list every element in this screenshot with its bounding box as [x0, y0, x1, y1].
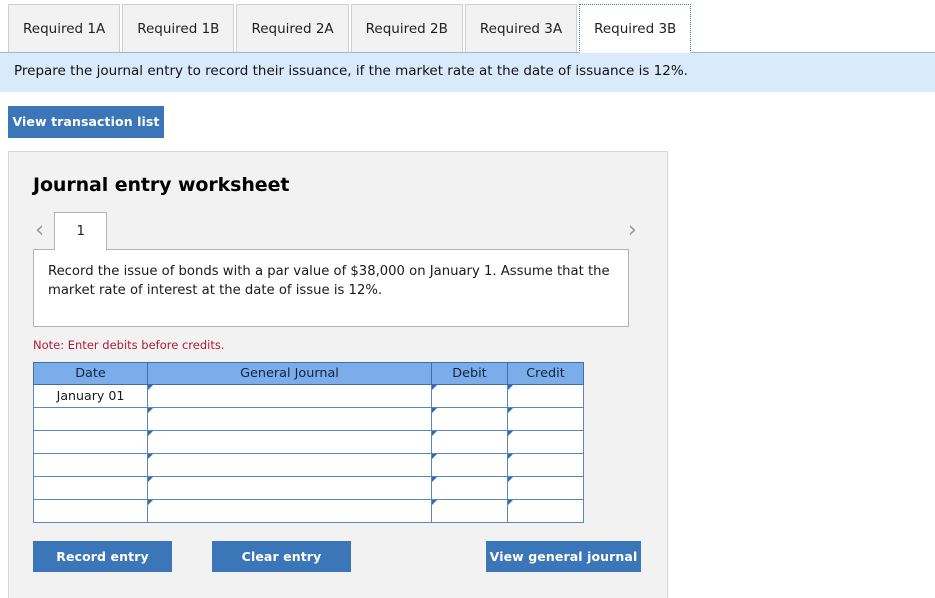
debit-cell[interactable]	[431, 429, 508, 454]
dropdown-marker-icon	[432, 407, 437, 413]
credit-cell[interactable]	[507, 383, 584, 408]
table-row	[33, 429, 584, 454]
toolbar: View transaction list	[0, 92, 935, 138]
chevron-right-icon[interactable]: ›	[626, 218, 643, 250]
chevron-left-icon[interactable]: ‹	[33, 218, 50, 250]
transaction-description: Record the issue of bonds with a par val…	[33, 248, 629, 327]
credit-cell[interactable]	[507, 475, 584, 500]
table-row	[33, 452, 584, 477]
column-header-credit: Credit	[507, 361, 584, 385]
dropdown-marker-icon	[508, 384, 513, 390]
clear-entry-button[interactable]: Clear entry	[212, 541, 351, 573]
dropdown-marker-icon	[508, 407, 513, 413]
dropdown-marker-icon	[432, 453, 437, 459]
debit-cell[interactable]	[431, 452, 508, 477]
dropdown-marker-icon	[508, 499, 513, 505]
debit-cell[interactable]	[431, 406, 508, 431]
table-row: January 01	[33, 383, 584, 408]
dropdown-marker-icon	[148, 453, 153, 459]
page-title: Journal entry worksheet	[33, 173, 290, 196]
table-row	[33, 498, 584, 523]
table-header-row: Date General Journal Debit Credit	[33, 361, 584, 385]
tab-label: Required 2B	[365, 20, 448, 37]
date-cell[interactable]	[33, 452, 148, 477]
general-journal-cell[interactable]	[147, 429, 432, 454]
tab-required-3b[interactable]: Required 3B	[579, 4, 692, 53]
tab-label: Required 1A	[23, 20, 106, 37]
dropdown-marker-icon	[148, 476, 153, 482]
instruction-banner: Prepare the journal entry to record thei…	[0, 53, 935, 92]
tab-label: Required 3A	[479, 20, 563, 37]
column-header-general-journal: General Journal	[147, 361, 432, 385]
tab-required-1a[interactable]: Required 1A	[8, 4, 121, 52]
debit-cell[interactable]	[431, 383, 508, 408]
debit-cell[interactable]	[431, 498, 508, 523]
column-header-debit: Debit	[431, 361, 508, 385]
date-cell[interactable]	[33, 475, 148, 500]
general-journal-cell[interactable]	[147, 452, 432, 477]
credit-cell[interactable]	[507, 406, 584, 431]
dropdown-marker-icon	[432, 430, 437, 436]
general-journal-cell[interactable]	[147, 475, 432, 500]
date-cell[interactable]	[33, 498, 148, 523]
dropdown-marker-icon	[148, 499, 153, 505]
dropdown-marker-icon	[432, 476, 437, 482]
dropdown-marker-icon	[148, 384, 153, 390]
credit-cell[interactable]	[507, 452, 584, 477]
dropdown-marker-icon	[432, 384, 437, 390]
dropdown-marker-icon	[508, 430, 513, 436]
tab-required-1b[interactable]: Required 1B	[122, 4, 235, 52]
dropdown-marker-icon	[508, 476, 513, 482]
dropdown-marker-icon	[148, 430, 153, 436]
tab-label: Required 3B	[594, 20, 677, 37]
record-entry-button[interactable]: Record entry	[33, 541, 172, 573]
dropdown-marker-icon	[432, 499, 437, 505]
tab-required-2a[interactable]: Required 2A	[236, 4, 349, 52]
worksheet-tab-label: 1	[76, 223, 85, 239]
general-journal-cell[interactable]	[147, 406, 432, 431]
worksheet-pager: ‹ 1 ›	[33, 211, 645, 250]
dropdown-marker-icon	[508, 453, 513, 459]
date-cell[interactable]	[33, 429, 148, 454]
tab-required-3a[interactable]: Required 3A	[464, 4, 578, 52]
date-cell[interactable]: January 01	[33, 383, 148, 408]
table-row	[33, 406, 584, 431]
worksheet-tab-1[interactable]: 1	[54, 211, 108, 250]
tab-label: Required 2A	[251, 20, 334, 37]
view-general-journal-button[interactable]: View general journal	[486, 541, 641, 573]
date-cell[interactable]	[33, 406, 148, 431]
general-journal-cell[interactable]	[147, 383, 432, 408]
journal-entry-worksheet-panel: Journal entry worksheet ‹ 1 › Record the…	[8, 150, 668, 598]
view-transaction-list-button[interactable]: View transaction list	[8, 105, 164, 138]
credit-cell[interactable]	[507, 429, 584, 454]
tab-label: Required 1B	[137, 20, 220, 37]
credit-cell[interactable]	[507, 498, 584, 523]
journal-entry-table: Date General Journal Debit Credit Januar…	[33, 361, 584, 523]
required-tabs: Required 1A Required 1B Required 2A Requ…	[0, 0, 935, 53]
tab-required-2b[interactable]: Required 2B	[350, 4, 463, 52]
worksheet-actions: Record entry Clear entry View general jo…	[33, 541, 641, 573]
general-journal-cell[interactable]	[147, 498, 432, 523]
table-row	[33, 475, 584, 500]
debits-before-credits-note: Note: Enter debits before credits.	[33, 337, 225, 352]
column-header-date: Date	[33, 361, 148, 385]
debit-cell[interactable]	[431, 475, 508, 500]
dropdown-marker-icon	[148, 407, 153, 413]
